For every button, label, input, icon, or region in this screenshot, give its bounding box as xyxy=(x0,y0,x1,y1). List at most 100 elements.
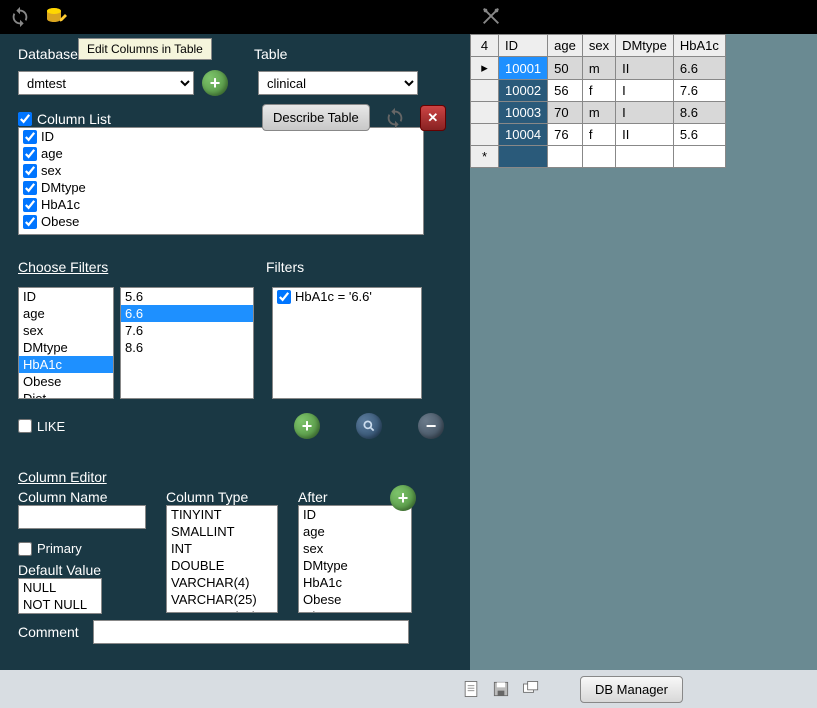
column-checkbox[interactable] xyxy=(23,164,37,178)
grid-cell[interactable]: I xyxy=(616,102,674,124)
filter-values-list[interactable]: 5.66.67.68.6 xyxy=(120,287,254,399)
filter-columns-list[interactable]: IDagesexDMtypeHbA1cObeseDiet xyxy=(18,287,114,399)
save-icon[interactable] xyxy=(490,678,512,700)
filter-value-item[interactable]: 5.6 xyxy=(121,288,253,305)
filter-column-item[interactable]: DMtype xyxy=(19,339,113,356)
grid-cell[interactable] xyxy=(548,146,583,168)
filter-column-item[interactable]: age xyxy=(19,305,113,322)
grid-id-cell[interactable] xyxy=(499,146,548,168)
column-type-item[interactable]: VARCHAR(50) xyxy=(167,608,277,613)
column-list-item[interactable]: Obese xyxy=(19,213,423,230)
filter-column-item[interactable]: ID xyxy=(19,288,113,305)
grid-cell[interactable]: 56 xyxy=(548,80,583,102)
grid-cell[interactable]: II xyxy=(616,57,674,80)
add-database-button[interactable]: + xyxy=(202,70,228,96)
grid-cell[interactable]: m xyxy=(582,102,615,124)
grid-header[interactable]: sex xyxy=(582,35,615,57)
refresh-table-icon[interactable] xyxy=(382,105,408,131)
add-filter-button[interactable]: + xyxy=(294,413,320,439)
active-filters-list[interactable]: HbA1c = '6.6' xyxy=(272,287,422,399)
grid-cell[interactable] xyxy=(616,146,674,168)
grid-id-cell[interactable]: 10003 xyxy=(499,102,548,124)
remove-filter-button[interactable]: − xyxy=(418,413,444,439)
grid-id-cell[interactable]: 10001 xyxy=(499,57,548,80)
like-checkbox[interactable] xyxy=(18,419,32,433)
grid-cell[interactable]: 5.6 xyxy=(673,124,725,146)
grid-header[interactable]: ID xyxy=(499,35,548,57)
grid-cell[interactable]: 7.6 xyxy=(673,80,725,102)
column-list-toggle[interactable] xyxy=(18,112,32,126)
grid-cell[interactable]: 70 xyxy=(548,102,583,124)
grid-cell[interactable]: 6.6 xyxy=(673,57,725,80)
default-item[interactable]: NOT NULL xyxy=(19,596,101,613)
after-item[interactable]: age xyxy=(299,523,411,540)
default-value-list[interactable]: NULLNOT NULL xyxy=(18,578,102,614)
column-list-item[interactable]: age xyxy=(19,145,423,162)
column-type-item[interactable]: DOUBLE xyxy=(167,557,277,574)
after-item[interactable]: Obese xyxy=(299,591,411,608)
row-marker[interactable] xyxy=(471,124,499,146)
after-item[interactable]: Diet xyxy=(299,608,411,613)
column-checkbox[interactable] xyxy=(23,215,37,229)
grid-header[interactable]: DMtype xyxy=(616,35,674,57)
row-marker[interactable]: ▸ xyxy=(471,57,499,80)
column-checkbox[interactable] xyxy=(23,181,37,195)
active-filter-item[interactable]: HbA1c = '6.6' xyxy=(273,288,421,305)
add-column-button[interactable]: + xyxy=(390,485,416,511)
row-marker[interactable] xyxy=(471,80,499,102)
grid-id-cell[interactable]: 10004 xyxy=(499,124,548,146)
after-item[interactable]: DMtype xyxy=(299,557,411,574)
column-type-item[interactable]: INT xyxy=(167,540,277,557)
filter-value-item[interactable]: 7.6 xyxy=(121,322,253,339)
windows-icon[interactable] xyxy=(520,678,542,700)
after-item[interactable]: sex xyxy=(299,540,411,557)
column-type-item[interactable]: VARCHAR(4) xyxy=(167,574,277,591)
describe-table-button[interactable]: Describe Table xyxy=(262,104,370,131)
grid-header[interactable]: age xyxy=(548,35,583,57)
filter-column-item[interactable]: HbA1c xyxy=(19,356,113,373)
filter-column-item[interactable]: Obese xyxy=(19,373,113,390)
column-checkbox[interactable] xyxy=(23,130,37,144)
column-checkbox[interactable] xyxy=(23,147,37,161)
column-type-item[interactable]: SMALLINT xyxy=(167,523,277,540)
row-marker[interactable] xyxy=(471,102,499,124)
grid-cell[interactable]: f xyxy=(582,80,615,102)
grid-id-cell[interactable]: 10002 xyxy=(499,80,548,102)
column-checkbox[interactable] xyxy=(23,198,37,212)
primary-checkbox[interactable] xyxy=(18,542,32,556)
search-filter-button[interactable] xyxy=(356,413,382,439)
database-edit-icon[interactable] xyxy=(44,5,68,29)
grid-cell[interactable] xyxy=(582,146,615,168)
after-item[interactable]: HbA1c xyxy=(299,574,411,591)
filter-value-item[interactable]: 8.6 xyxy=(121,339,253,356)
grid-cell[interactable]: II xyxy=(616,124,674,146)
table-select[interactable]: clinical xyxy=(258,71,418,95)
column-type-item[interactable]: TINYINT xyxy=(167,506,277,523)
column-list-item[interactable]: DMtype xyxy=(19,179,423,196)
filter-checkbox[interactable] xyxy=(277,290,291,304)
column-type-item[interactable]: VARCHAR(25) xyxy=(167,591,277,608)
db-manager-button[interactable]: DB Manager xyxy=(580,676,683,703)
column-list-item[interactable]: sex xyxy=(19,162,423,179)
column-list-item[interactable]: HbA1c xyxy=(19,196,423,213)
default-item[interactable]: NULL xyxy=(19,579,101,596)
filter-column-item[interactable]: sex xyxy=(19,322,113,339)
grid-cell[interactable]: 8.6 xyxy=(673,102,725,124)
grid-header[interactable]: HbA1c xyxy=(673,35,725,57)
grid-cell[interactable]: f xyxy=(582,124,615,146)
new-row-marker[interactable]: * xyxy=(471,146,499,168)
grid-cell[interactable]: 50 xyxy=(548,57,583,80)
comment-input[interactable] xyxy=(93,620,409,644)
after-item[interactable]: ID xyxy=(299,506,411,523)
after-list[interactable]: IDagesexDMtypeHbA1cObeseDiet xyxy=(298,505,412,613)
document-icon[interactable] xyxy=(460,678,482,700)
grid-cell[interactable]: I xyxy=(616,80,674,102)
grid-cell[interactable]: m xyxy=(582,57,615,80)
column-type-list[interactable]: TINYINTSMALLINTINTDOUBLEVARCHAR(4)VARCHA… xyxy=(166,505,278,613)
database-select[interactable]: dmtest xyxy=(18,71,194,95)
filter-column-item[interactable]: Diet xyxy=(19,390,113,399)
column-list-box[interactable]: IDagesexDMtypeHbA1cObese xyxy=(18,127,424,235)
refresh-icon[interactable] xyxy=(8,5,32,29)
close-button[interactable]: ✕ xyxy=(420,105,446,131)
grid-cell[interactable]: 76 xyxy=(548,124,583,146)
